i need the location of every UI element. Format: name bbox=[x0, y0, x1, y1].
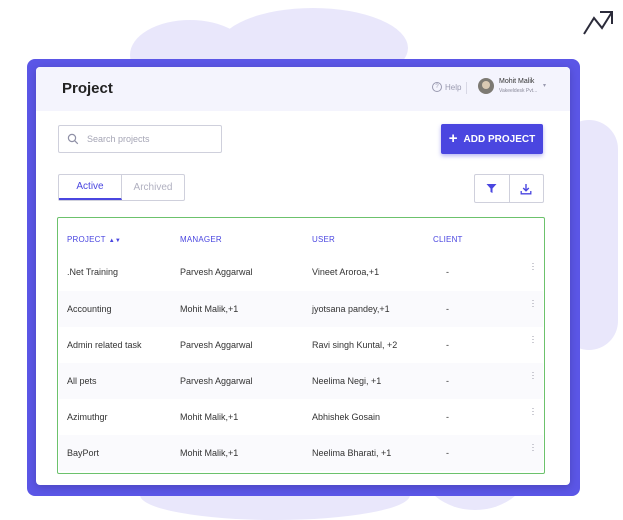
header-divider bbox=[466, 82, 467, 94]
help-icon: ? bbox=[432, 82, 442, 92]
column-header-client: CLIENT bbox=[433, 235, 463, 244]
user-org: Vakeeldesk Pvt... bbox=[499, 88, 538, 94]
more-vertical-icon[interactable]: · · · bbox=[531, 332, 535, 347]
filter-button[interactable] bbox=[475, 175, 509, 202]
cell-client: - bbox=[446, 412, 449, 422]
panel-header: Project ? Help Mohit Malik Vakeeldesk Pv… bbox=[36, 67, 570, 111]
chevron-down-icon[interactable]: ▾ bbox=[543, 82, 546, 89]
download-button[interactable] bbox=[508, 175, 544, 202]
more-vertical-icon[interactable]: · · · bbox=[531, 296, 535, 311]
cell-manager: Parvesh Aggarwal bbox=[180, 340, 253, 350]
tab-archived[interactable]: Archived bbox=[122, 175, 184, 200]
sort-icon[interactable]: ▲▼ bbox=[109, 238, 121, 244]
help-label: Help bbox=[445, 82, 462, 92]
table-row[interactable]: BayPort Mohit Malik,+1 Neelima Bharati, … bbox=[59, 435, 543, 471]
cell-project: All pets bbox=[67, 376, 97, 386]
add-project-label: ADD PROJECT bbox=[463, 133, 536, 145]
table-row[interactable]: All pets Parvesh Aggarwal Neelima Negi, … bbox=[59, 363, 543, 399]
cell-project: Accounting bbox=[67, 304, 112, 314]
cell-manager: Mohit Malik,+1 bbox=[180, 304, 239, 314]
page-title: Project bbox=[62, 80, 113, 97]
cell-client: - bbox=[446, 340, 449, 350]
cell-client: - bbox=[446, 304, 449, 314]
column-header-project-label: PROJECT bbox=[67, 235, 106, 244]
table-row[interactable]: Admin related task Parvesh Aggarwal Ravi… bbox=[59, 327, 543, 363]
search-input[interactable] bbox=[85, 133, 219, 145]
user-name[interactable]: Mohit Malik bbox=[499, 78, 534, 85]
projects-panel: Project ? Help Mohit Malik Vakeeldesk Pv… bbox=[36, 67, 570, 485]
cell-user: Neelima Bharati, +1 bbox=[312, 448, 392, 458]
column-header-user: USER bbox=[312, 235, 336, 244]
cell-manager: Parvesh Aggarwal bbox=[180, 376, 253, 386]
cell-manager: Mohit Malik,+1 bbox=[180, 448, 239, 458]
table-tools bbox=[474, 174, 544, 203]
column-header-project[interactable]: PROJECT ▲▼ bbox=[67, 235, 121, 244]
download-icon bbox=[520, 183, 532, 194]
cell-client: - bbox=[446, 267, 449, 277]
filter-icon bbox=[486, 184, 497, 193]
avatar[interactable] bbox=[478, 78, 494, 94]
cell-client: - bbox=[446, 376, 449, 386]
more-vertical-icon[interactable]: · · · bbox=[531, 259, 535, 274]
search-box[interactable] bbox=[58, 125, 222, 153]
cell-manager: Parvesh Aggarwal bbox=[180, 267, 253, 277]
more-vertical-icon[interactable]: · · · bbox=[531, 440, 535, 455]
search-icon bbox=[67, 133, 79, 145]
more-vertical-icon[interactable]: · · · bbox=[531, 368, 535, 383]
cell-client: - bbox=[446, 448, 449, 458]
table-row[interactable]: Azimuthgr Mohit Malik,+1 Abhishek Gosain… bbox=[59, 399, 543, 435]
more-vertical-icon[interactable]: · · · bbox=[531, 404, 535, 419]
cell-project: BayPort bbox=[67, 448, 100, 458]
cell-user: Ravi singh Kuntal, +2 bbox=[312, 340, 398, 350]
cell-project: Azimuthgr bbox=[67, 412, 108, 422]
table-row[interactable]: Accounting Mohit Malik,+1 jyotsana pande… bbox=[59, 291, 543, 327]
column-header-manager: MANAGER bbox=[180, 235, 222, 244]
status-tabs: Active Archived bbox=[58, 174, 185, 201]
tab-active[interactable]: Active bbox=[59, 175, 122, 200]
help-link[interactable]: ? Help bbox=[432, 82, 461, 92]
cell-user: Abhishek Gosain bbox=[312, 412, 381, 422]
cell-project: .Net Training bbox=[67, 267, 119, 277]
plus-icon: + bbox=[448, 130, 458, 147]
add-project-button[interactable]: + ADD PROJECT bbox=[441, 124, 543, 154]
cell-user: Vineet Aroroa,+1 bbox=[312, 267, 380, 277]
cell-user: jyotsana pandey,+1 bbox=[312, 304, 390, 314]
cell-user: Neelima Negi, +1 bbox=[312, 376, 382, 386]
projects-table: PROJECT ▲▼ MANAGER USER CLIENT .Net Train… bbox=[57, 217, 545, 474]
cell-project: Admin related task bbox=[67, 340, 142, 350]
table-row[interactable]: .Net Training Parvesh Aggarwal Vineet Ar… bbox=[59, 254, 543, 290]
cell-manager: Mohit Malik,+1 bbox=[180, 412, 239, 422]
decor-line-art bbox=[583, 11, 613, 35]
